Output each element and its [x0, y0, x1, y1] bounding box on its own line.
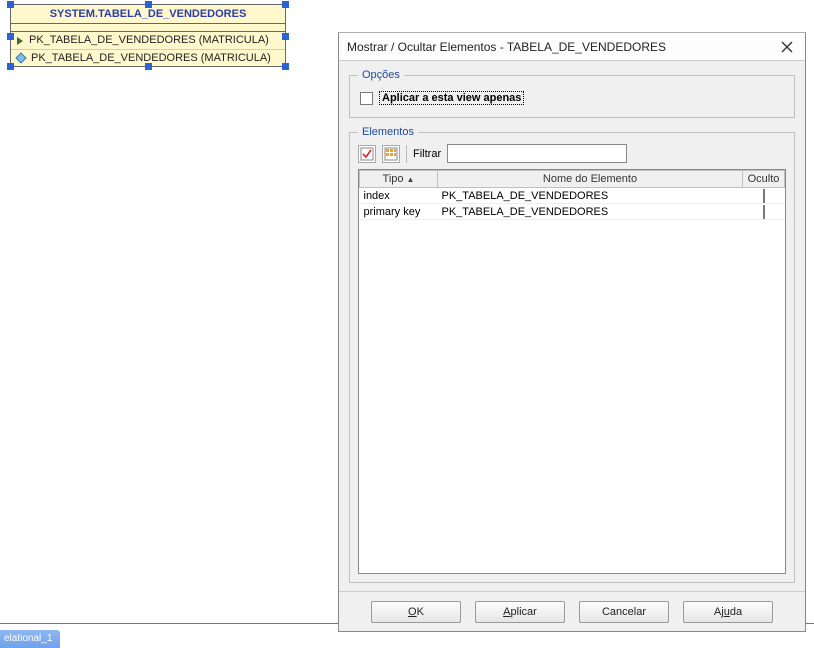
group-elements: Elementos — [349, 126, 795, 583]
elements-table: Tipo▲ Nome do Elemento Oculto index PK_T… — [359, 170, 785, 220]
entity-table-vendedores[interactable]: SYSTEM.TABELA_DE_VENDEDORES PK_TABELA_DE… — [10, 4, 286, 67]
resize-handle[interactable] — [282, 33, 289, 40]
resize-handle[interactable] — [145, 63, 152, 70]
status-tab[interactable]: elational_1 — [0, 630, 60, 648]
filter-input[interactable] — [447, 144, 627, 163]
table-row[interactable]: index PK_TABELA_DE_VENDEDORES — [360, 188, 785, 204]
filter-row: Filtrar — [358, 144, 786, 169]
option-apply-view-only-label: Aplicar a esta view apenas — [379, 91, 524, 105]
resize-handle[interactable] — [7, 1, 14, 8]
cell-type: primary key — [360, 204, 438, 220]
select-all-icon[interactable] — [358, 145, 376, 163]
apply-button[interactable]: Aplicar — [475, 601, 565, 623]
checkbox-hidden[interactable] — [763, 189, 765, 203]
col-header-hidden[interactable]: Oculto — [743, 171, 785, 188]
resize-handle[interactable] — [7, 33, 14, 40]
filter-label: Filtrar — [413, 148, 441, 160]
index-icon — [17, 37, 23, 45]
dialog-show-hide-elements: Mostrar / Ocultar Elementos - TABELA_DE_… — [338, 32, 806, 632]
pk-icon — [15, 52, 26, 63]
col-header-type[interactable]: Tipo▲ — [360, 171, 438, 188]
dialog-button-bar: OK Aplicar Cancelar Ajuda — [339, 591, 805, 631]
cell-name: PK_TABELA_DE_VENDEDORES — [438, 188, 743, 204]
checkbox-hidden[interactable] — [763, 205, 765, 219]
checkbox-apply-view-only[interactable] — [360, 92, 373, 105]
entity-row-label: PK_TABELA_DE_VENDEDORES (MATRICULA) — [29, 32, 269, 49]
separator — [406, 145, 407, 163]
cell-hidden[interactable] — [743, 204, 785, 220]
option-apply-view-only[interactable]: Aplicar a esta view apenas — [358, 87, 786, 109]
dialog-titlebar[interactable]: Mostrar / Ocultar Elementos - TABELA_DE_… — [339, 33, 805, 61]
group-options: Opções Aplicar a esta view apenas — [349, 69, 795, 118]
dialog-title: Mostrar / Ocultar Elementos - TABELA_DE_… — [347, 40, 777, 54]
canvas[interactable]: SYSTEM.TABELA_DE_VENDEDORES PK_TABELA_DE… — [0, 0, 814, 648]
sort-asc-icon: ▲ — [407, 175, 415, 184]
resize-handle[interactable] — [7, 63, 14, 70]
elements-table-wrap: Tipo▲ Nome do Elemento Oculto index PK_T… — [358, 169, 786, 574]
resize-handle[interactable] — [282, 63, 289, 70]
cell-hidden[interactable] — [743, 188, 785, 204]
resize-handle[interactable] — [282, 1, 289, 8]
grid-options-icon[interactable] — [382, 145, 400, 163]
ok-button[interactable]: OK — [371, 601, 461, 623]
table-row[interactable]: primary key PK_TABELA_DE_VENDEDORES — [360, 204, 785, 220]
group-elements-legend: Elementos — [358, 126, 418, 138]
dialog-body: Opções Aplicar a esta view apenas Elemen… — [339, 61, 805, 591]
entity-row[interactable]: PK_TABELA_DE_VENDEDORES (MATRICULA) — [11, 32, 285, 49]
help-button[interactable]: Ajuda — [683, 601, 773, 623]
group-options-legend: Opções — [358, 69, 404, 81]
col-header-element-name[interactable]: Nome do Elemento — [438, 171, 743, 188]
entity-divider — [11, 24, 285, 32]
cell-name: PK_TABELA_DE_VENDEDORES — [438, 204, 743, 220]
cancel-button[interactable]: Cancelar — [579, 601, 669, 623]
resize-handle[interactable] — [145, 1, 152, 8]
close-icon[interactable] — [777, 37, 797, 57]
cell-type: index — [360, 188, 438, 204]
